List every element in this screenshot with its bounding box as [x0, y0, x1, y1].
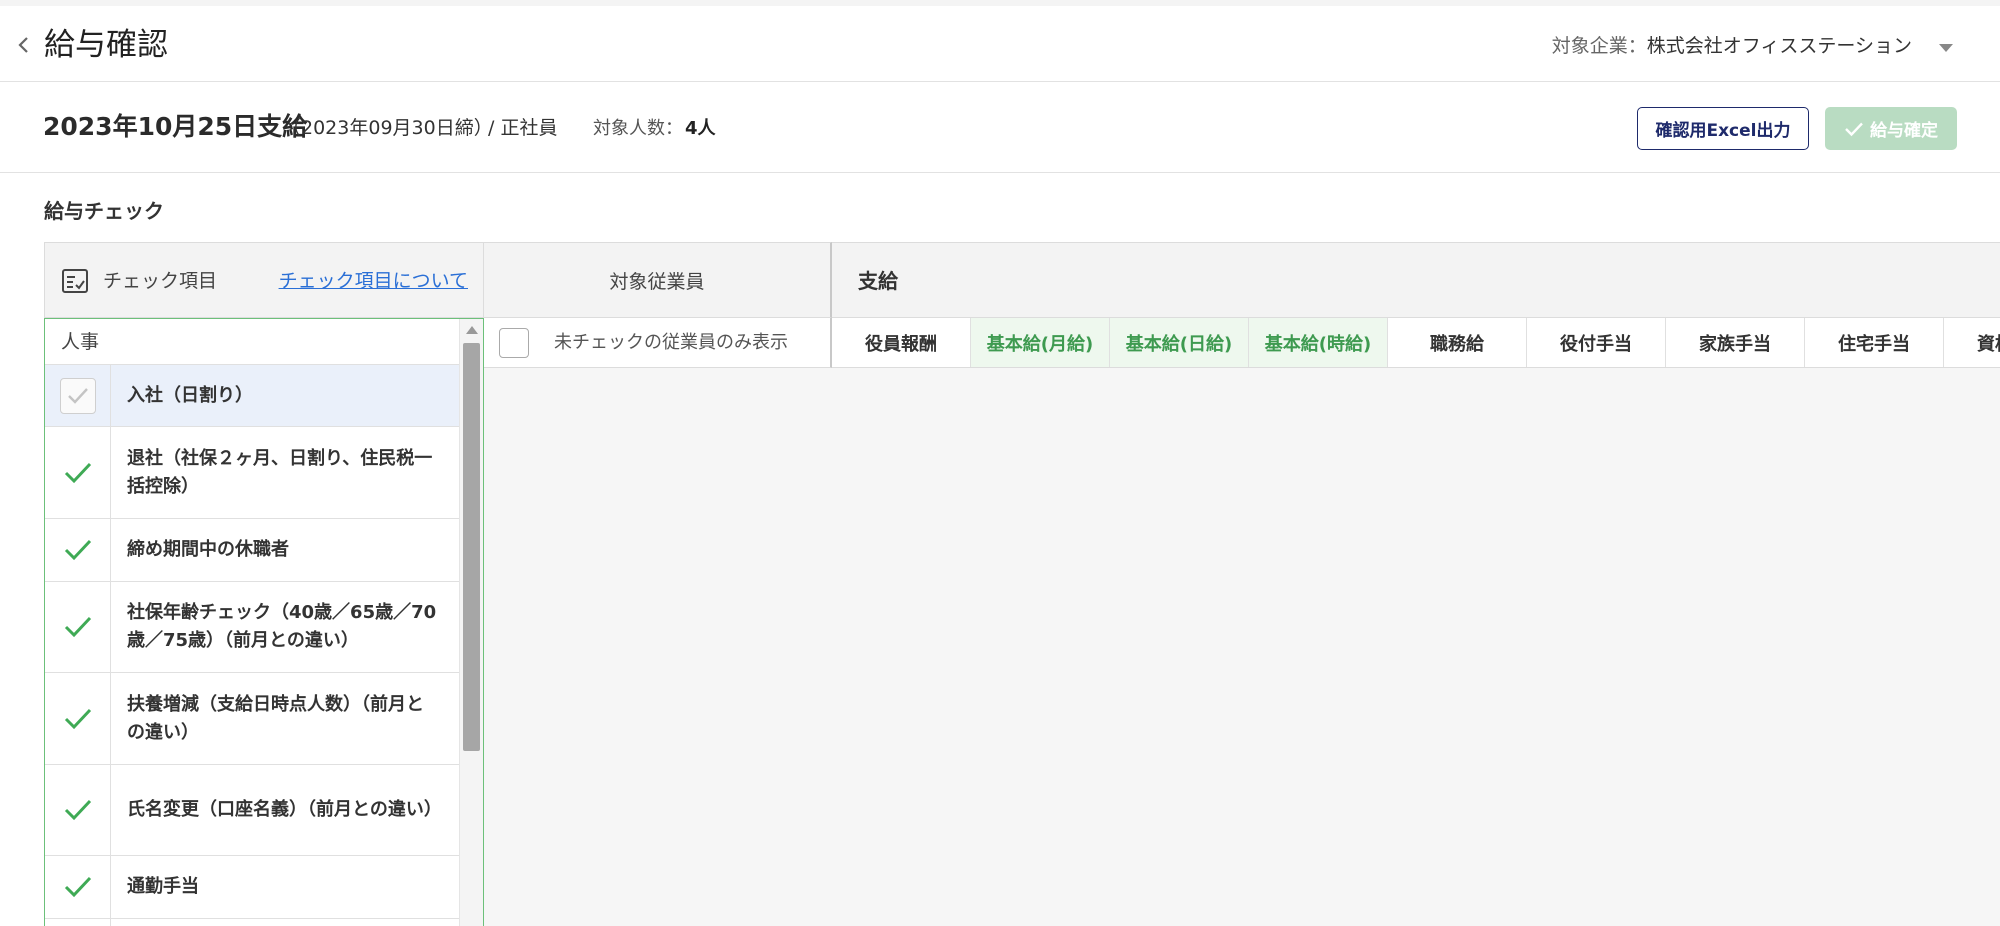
- check-item-label: 通勤手当: [127, 876, 199, 897]
- target-employees-header: 対象従業員: [484, 242, 832, 318]
- check-mark-cell: [45, 919, 111, 926]
- check-icon: [64, 616, 91, 638]
- check-items-list: 人事 入社（日割り） 退社（社保２ヶ月、日割り、住民税一括控除） 締め期間中の休…: [44, 318, 484, 926]
- check-icon: [64, 799, 91, 821]
- column-header[interactable]: 住宅手当: [1805, 318, 1944, 367]
- check-icon: [64, 708, 91, 729]
- category-row: 人事: [45, 319, 459, 365]
- check-item-label: 締め期間中の休職者: [127, 539, 289, 560]
- unchecked-filter: 未チェックの従業員のみ表示: [484, 318, 832, 368]
- unchecked-only-label: 未チェックの従業員のみ表示: [554, 332, 788, 353]
- check-item-row[interactable]: 締め期間中の休職者: [45, 519, 459, 582]
- check-item-row[interactable]: 通勤手当: [45, 856, 459, 919]
- checklist-icon: [61, 267, 89, 295]
- check-icon: [64, 539, 91, 561]
- target-company: 対象企業：株式会社オフィスステーション: [1552, 28, 1912, 64]
- check-mark-cell: [45, 765, 111, 855]
- payment-header-label: 支給: [858, 269, 898, 293]
- company-name: 株式会社オフィスステーション: [1646, 35, 1912, 57]
- page-title: 給与確認: [44, 27, 168, 63]
- column-header[interactable]: 基本給(日給): [1110, 318, 1249, 367]
- check-item-label: 退社（社保２ヶ月、日割り、住民税一括控除）: [127, 447, 433, 497]
- check-item-row[interactable]: [45, 919, 459, 926]
- check-mark-cell: [45, 673, 111, 764]
- check-items-about-link[interactable]: チェック項目について: [279, 265, 468, 297]
- check-item-label: 氏名変更（口座名義）（前月との違い）: [127, 799, 442, 820]
- check-icon: [64, 462, 91, 483]
- check-item-label: 社保年齢チェック（40歳／65歳／70歳／75歳）（前月との違い）: [127, 602, 437, 651]
- check-items-label: チェック項目: [103, 270, 218, 292]
- check-item-row[interactable]: 入社（日割り）: [45, 365, 459, 427]
- unchecked-only-checkbox[interactable]: [499, 328, 529, 358]
- company-dropdown-icon[interactable]: [1932, 34, 1960, 62]
- check-items-header: チェック項目 チェック項目について: [44, 242, 484, 318]
- check-icon: [1845, 122, 1863, 136]
- check-mark-cell: [45, 519, 111, 581]
- column-header[interactable]: 資格手当: [1944, 318, 2000, 367]
- page-header: 給与確認 対象企業：株式会社オフィスステーション: [0, 6, 2000, 82]
- payroll-subheader: 2023年10月25日支給 （2023年09月30日締） / 正社員 対象人数：…: [0, 83, 2000, 173]
- back-chevron-icon[interactable]: [12, 30, 36, 60]
- data-grid-area: [484, 368, 2000, 926]
- confirm-payroll-label: 給与確定: [1870, 121, 1938, 141]
- column-header[interactable]: 役付手当: [1527, 318, 1666, 367]
- column-header[interactable]: 職務給: [1388, 318, 1527, 367]
- employee-type: / 正社員: [488, 117, 558, 139]
- payment-columns: 役員報酬 基本給(月給) 基本給(日給) 基本給(時給) 職務給 役付手当 家族…: [832, 318, 2000, 368]
- check-mark-cell: [45, 856, 111, 918]
- column-header[interactable]: 家族手当: [1666, 318, 1805, 367]
- section-title: 給与チェック: [44, 199, 164, 223]
- closing-date: （2023年09月30日締）: [282, 117, 493, 139]
- check-mark-cell: [45, 365, 111, 426]
- check-items-panel: チェック項目 チェック項目について 人事 入社（日割り） 退社（社保２ヶ月、日割…: [44, 242, 484, 926]
- check-box[interactable]: [59, 377, 96, 414]
- employee-count-value: 4人: [685, 118, 716, 139]
- vertical-scrollbar[interactable]: [459, 319, 483, 926]
- check-icon: [64, 876, 91, 898]
- column-header[interactable]: 基本給(月給): [971, 318, 1110, 367]
- check-icon: [67, 387, 88, 404]
- column-header[interactable]: 基本給(時給): [1249, 318, 1388, 367]
- check-item-row[interactable]: 社保年齢チェック（40歳／65歳／70歳／75歳）（前月との違い）: [45, 582, 459, 673]
- column-header[interactable]: 役員報酬: [832, 318, 971, 367]
- check-item-row[interactable]: 扶養増減（支給日時点人数）（前月との違い）: [45, 673, 459, 765]
- check-item-label: 入社（日割り）: [127, 384, 253, 406]
- check-mark-cell: [45, 582, 111, 672]
- check-item-row[interactable]: 退社（社保２ヶ月、日割り、住民税一括控除）: [45, 427, 459, 519]
- check-mark-cell: [45, 427, 111, 518]
- category-label: 人事: [61, 331, 100, 353]
- scrollbar-thumb[interactable]: [463, 343, 480, 751]
- scroll-up-arrow-icon[interactable]: [466, 326, 478, 334]
- check-item-row[interactable]: 氏名変更（口座名義）（前月との違い）: [45, 765, 459, 856]
- pay-date: 2023年10月25日支給: [43, 112, 308, 141]
- excel-export-button[interactable]: 確認用Excel出力: [1637, 107, 1809, 150]
- payment-header: 支給: [832, 242, 2000, 318]
- company-label: 対象企業：: [1551, 35, 1647, 57]
- check-item-label: 扶養増減（支給日時点人数）（前月との違い）: [127, 693, 424, 743]
- employee-count-label: 対象人数：: [593, 118, 683, 139]
- confirm-payroll-button[interactable]: 給与確定: [1825, 107, 1957, 150]
